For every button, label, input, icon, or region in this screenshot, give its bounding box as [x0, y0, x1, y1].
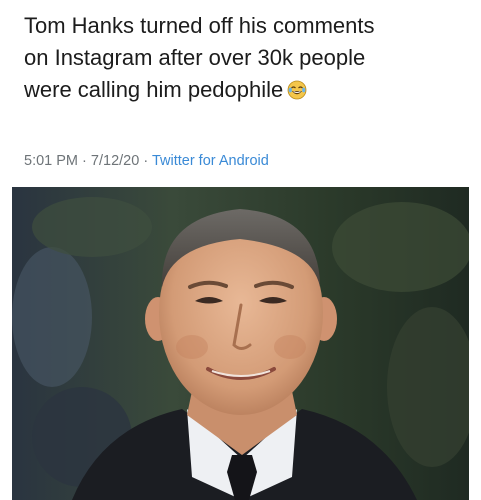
tweet-meta: 5:01 PM · 7/12/20 · Twitter for Android: [24, 153, 269, 169]
tweet-time: 5:01 PM: [24, 153, 78, 169]
tweet-text-line-2: on Instagram after over 30k people: [24, 45, 366, 70]
portrait-photo: [12, 187, 469, 500]
tweet-text-line-3-text: were calling him pedophile: [24, 77, 284, 102]
tweet-text-line-1: Tom Hanks turned off his comments: [24, 13, 375, 38]
tweet-text: Tom Hanks turned off his comments on Ins…: [24, 10, 469, 106]
tweet-source-link[interactable]: Twitter for Android: [152, 153, 269, 169]
tweet-date: 7/12/20: [90, 153, 140, 169]
face-with-tears-of-joy-icon: [287, 77, 307, 100]
meta-separator-1: ·: [82, 153, 87, 169]
tweet-text-line-3: were calling him pedophile: [24, 74, 469, 106]
meta-separator-2: ·: [143, 153, 149, 169]
